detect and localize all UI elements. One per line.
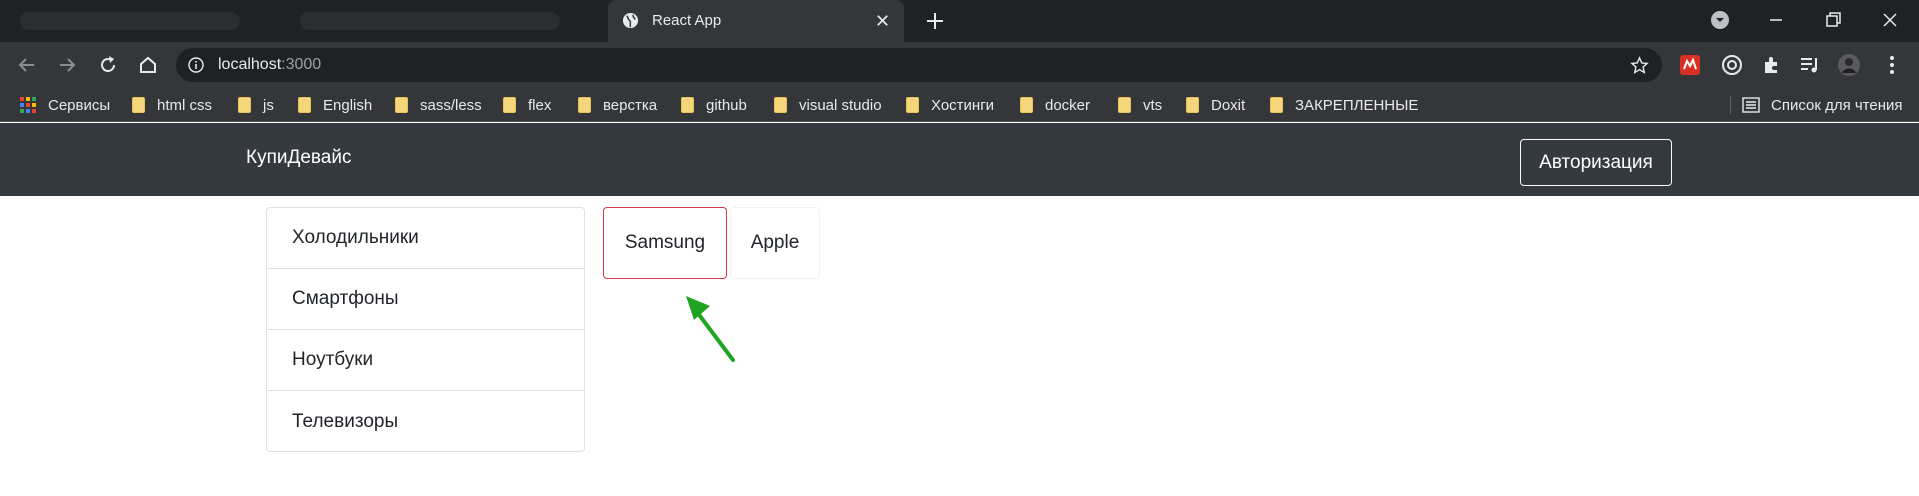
- type-item[interactable]: Холодильники: [267, 208, 584, 269]
- reading-list-button[interactable]: Список для чтения: [1742, 88, 1903, 122]
- bookmark-label: html css: [157, 96, 213, 114]
- bookmark-folder[interactable]: js: [238, 88, 274, 122]
- type-item[interactable]: Телевизоры: [267, 391, 584, 452]
- home-icon[interactable]: [137, 54, 159, 76]
- bookmark-folder[interactable]: docker: [1020, 88, 1090, 122]
- bookmark-folder[interactable]: Хостинги: [906, 88, 994, 122]
- bookmark-label: English: [323, 96, 373, 114]
- reading-list-label: Список для чтения: [1771, 96, 1903, 114]
- folder-icon: [298, 97, 311, 113]
- bookmark-folder[interactable]: ЗАКРЕПЛЕННЫЕ: [1270, 88, 1418, 122]
- extension-red-icon[interactable]: [1678, 53, 1702, 77]
- bookmark-label: ЗАКРЕПЛЕННЫЕ: [1295, 96, 1419, 114]
- close-tab-icon[interactable]: [874, 12, 891, 29]
- bookmark-folder[interactable]: Doxit: [1186, 88, 1245, 122]
- app-navbar: КупиДевайс Авторизация: [0, 123, 1919, 196]
- inactive-tab[interactable]: [300, 12, 560, 30]
- bookmark-folder[interactable]: sass/less: [395, 88, 482, 122]
- brand-link[interactable]: КупиДевайс: [246, 147, 351, 169]
- bookmark-folder[interactable]: flex: [503, 88, 551, 122]
- type-list: Холодильники Смартфоны Ноутбуки Телевизо…: [266, 207, 585, 452]
- restore-icon[interactable]: [1823, 10, 1843, 30]
- bookmark-folder[interactable]: html css: [132, 88, 212, 122]
- type-item[interactable]: Ноутбуки: [267, 330, 584, 391]
- bookmark-label: Doxit: [1211, 96, 1246, 114]
- tab-search-icon[interactable]: [1710, 10, 1730, 30]
- apps-icon: [20, 97, 36, 113]
- type-item[interactable]: Смартфоны: [267, 269, 584, 330]
- bookmark-folder[interactable]: visual studio: [774, 88, 882, 122]
- inactive-tab[interactable]: [20, 12, 240, 30]
- close-window-icon[interactable]: [1880, 10, 1900, 30]
- brand-card[interactable]: Apple: [730, 207, 820, 279]
- extensions-puzzle-icon[interactable]: [1760, 53, 1784, 77]
- browser-menu-icon[interactable]: [1880, 53, 1904, 77]
- back-icon[interactable]: [16, 54, 38, 76]
- site-info-icon[interactable]: [188, 57, 204, 73]
- auth-button[interactable]: Авторизация: [1520, 139, 1672, 186]
- bookmark-label: sass/less: [420, 96, 482, 114]
- bookmark-folder[interactable]: vts: [1118, 88, 1162, 122]
- folder-icon: [1118, 97, 1131, 113]
- tab-strip: React App: [0, 0, 1919, 42]
- forward-icon[interactable]: [56, 54, 78, 76]
- tab-title: React App: [652, 12, 722, 29]
- folder-icon: [578, 97, 591, 113]
- bookmark-label: Хостинги: [931, 96, 995, 114]
- folder-icon: [503, 97, 516, 113]
- bookmark-label: docker: [1045, 96, 1091, 114]
- bookmark-label: js: [263, 96, 274, 114]
- active-tab[interactable]: React App: [608, 0, 904, 42]
- folder-icon: [1186, 97, 1199, 113]
- bookmark-label: github: [706, 96, 747, 114]
- bookmarks-divider: [1730, 96, 1731, 114]
- bookmark-label: vts: [1143, 96, 1163, 114]
- url-text: localhost:3000: [218, 56, 322, 73]
- bookmark-folder[interactable]: верстка: [578, 88, 657, 122]
- bookmark-label: верстка: [603, 96, 658, 114]
- minimize-icon[interactable]: [1766, 10, 1786, 30]
- profile-avatar[interactable]: [1837, 53, 1861, 77]
- bookmark-folder[interactable]: github: [681, 88, 747, 122]
- folder-icon: [395, 97, 408, 113]
- bookmark-star-icon[interactable]: [1630, 56, 1649, 75]
- folder-icon: [238, 97, 251, 113]
- folder-icon: [132, 97, 145, 113]
- folder-icon: [1270, 97, 1283, 113]
- folder-icon: [774, 97, 787, 113]
- globe-icon: [622, 12, 639, 29]
- brand-card-selected[interactable]: Samsung: [603, 207, 727, 279]
- bookmark-label: Сервисы: [48, 96, 111, 114]
- browser-toolbar: localhost:3000: [0, 42, 1919, 88]
- annotation-arrow-icon: [686, 296, 735, 362]
- new-tab-icon[interactable]: [925, 11, 945, 31]
- reload-icon[interactable]: [97, 54, 119, 76]
- reading-list-icon: [1742, 97, 1760, 113]
- extension-target-icon[interactable]: [1720, 53, 1744, 77]
- address-bar[interactable]: localhost:3000: [176, 48, 1662, 82]
- folder-icon: [1020, 97, 1033, 113]
- folder-icon: [906, 97, 919, 113]
- bookmark-apps[interactable]: Сервисы: [20, 88, 110, 122]
- folder-icon: [681, 97, 694, 113]
- bookmarks-bar: Сервисы html css js English sass/less fl…: [0, 88, 1919, 122]
- media-control-icon[interactable]: [1798, 53, 1822, 77]
- bookmark-label: visual studio: [799, 96, 882, 114]
- bookmark-folder[interactable]: English: [298, 88, 372, 122]
- bookmark-label: flex: [528, 96, 552, 114]
